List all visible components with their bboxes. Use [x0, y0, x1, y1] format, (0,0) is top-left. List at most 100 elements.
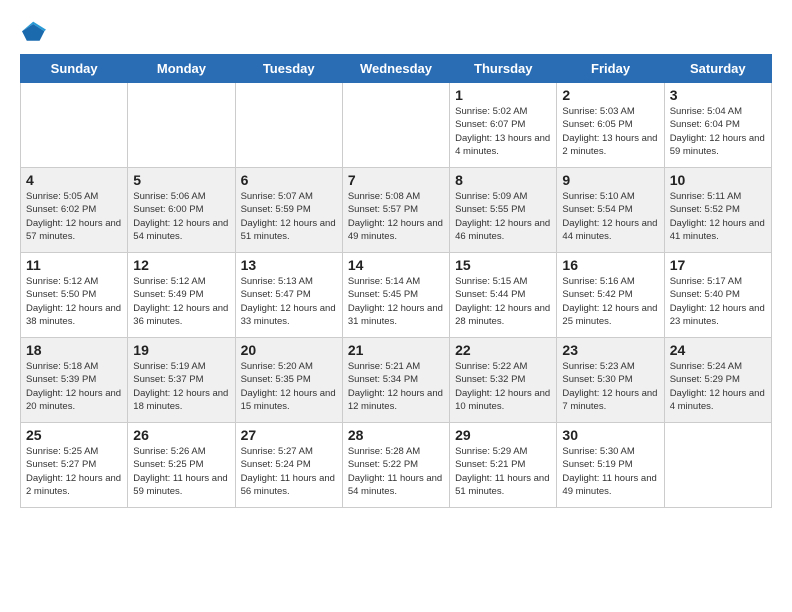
day-number: 30	[562, 427, 658, 443]
calendar-day-cell: 11 Sunrise: 5:12 AMSunset: 5:50 PMDayligh…	[21, 253, 128, 338]
calendar-day-cell: 15 Sunrise: 5:15 AMSunset: 5:44 PMDayligh…	[450, 253, 557, 338]
calendar-day-cell: 29 Sunrise: 5:29 AMSunset: 5:21 PMDayligh…	[450, 423, 557, 508]
day-of-week-header: Wednesday	[342, 55, 449, 83]
day-info: Sunrise: 5:12 AMSunset: 5:49 PMDaylight:…	[133, 275, 229, 328]
day-info: Sunrise: 5:11 AMSunset: 5:52 PMDaylight:…	[670, 190, 766, 243]
calendar-day-cell: 14 Sunrise: 5:14 AMSunset: 5:45 PMDayligh…	[342, 253, 449, 338]
day-of-week-header: Tuesday	[235, 55, 342, 83]
calendar-day-cell: 26 Sunrise: 5:26 AMSunset: 5:25 PMDayligh…	[128, 423, 235, 508]
day-number: 4	[26, 172, 122, 188]
calendar-week-row: 25 Sunrise: 5:25 AMSunset: 5:27 PMDayligh…	[21, 423, 772, 508]
calendar-day-cell: 2 Sunrise: 5:03 AMSunset: 6:05 PMDaylight…	[557, 83, 664, 168]
calendar-day-cell: 7Sunrise: 5:08 AMSunset: 5:57 PMDaylight…	[342, 168, 449, 253]
day-number: 20	[241, 342, 337, 358]
calendar-day-cell: 8 Sunrise: 5:09 AMSunset: 5:55 PMDaylight…	[450, 168, 557, 253]
calendar-day-cell: 23Sunrise: 5:23 AMSunset: 5:30 PMDayligh…	[557, 338, 664, 423]
day-info: Sunrise: 5:02 AMSunset: 6:07 PMDaylight:…	[455, 105, 551, 158]
day-info: Sunrise: 5:17 AMSunset: 5:40 PMDaylight:…	[670, 275, 766, 328]
calendar-week-row: 1Sunrise: 5:02 AMSunset: 6:07 PMDaylight…	[21, 83, 772, 168]
day-info: Sunrise: 5:20 AMSunset: 5:35 PMDaylight:…	[241, 360, 337, 413]
day-of-week-header: Thursday	[450, 55, 557, 83]
calendar-day-cell	[664, 423, 771, 508]
calendar-day-cell: 1Sunrise: 5:02 AMSunset: 6:07 PMDaylight…	[450, 83, 557, 168]
calendar-day-cell: 17 Sunrise: 5:17 AMSunset: 5:40 PMDayligh…	[664, 253, 771, 338]
calendar-day-cell: 16 Sunrise: 5:16 AMSunset: 5:42 PMDayligh…	[557, 253, 664, 338]
calendar-day-cell	[21, 83, 128, 168]
calendar-day-cell: 21Sunrise: 5:21 AMSunset: 5:34 PMDayligh…	[342, 338, 449, 423]
day-info: Sunrise: 5:24 AMSunset: 5:29 PMDaylight:…	[670, 360, 766, 413]
day-info: Sunrise: 5:19 AMSunset: 5:37 PMDaylight:…	[133, 360, 229, 413]
day-number: 28	[348, 427, 444, 443]
calendar-day-cell: 4 Sunrise: 5:05 AMSunset: 6:02 PMDaylight…	[21, 168, 128, 253]
day-number: 13	[241, 257, 337, 273]
day-number: 22	[455, 342, 551, 358]
day-number: 24	[670, 342, 766, 358]
calendar-day-cell: 12 Sunrise: 5:12 AMSunset: 5:49 PMDayligh…	[128, 253, 235, 338]
calendar-day-cell: 3 Sunrise: 5:04 AMSunset: 6:04 PMDaylight…	[664, 83, 771, 168]
day-info: Sunrise: 5:16 AMSunset: 5:42 PMDaylight:…	[562, 275, 658, 328]
calendar-day-cell: 13Sunrise: 5:13 AMSunset: 5:47 PMDayligh…	[235, 253, 342, 338]
day-number: 5	[133, 172, 229, 188]
day-of-week-header: Friday	[557, 55, 664, 83]
day-info: Sunrise: 5:03 AMSunset: 6:05 PMDaylight:…	[562, 105, 658, 158]
calendar-week-row: 11 Sunrise: 5:12 AMSunset: 5:50 PMDayligh…	[21, 253, 772, 338]
day-info: Sunrise: 5:21 AMSunset: 5:34 PMDaylight:…	[348, 360, 444, 413]
day-info: Sunrise: 5:29 AMSunset: 5:21 PMDaylight:…	[455, 445, 551, 498]
day-info: Sunrise: 5:25 AMSunset: 5:27 PMDaylight:…	[26, 445, 122, 498]
day-number: 14	[348, 257, 444, 273]
day-number: 12	[133, 257, 229, 273]
day-of-week-header: Saturday	[664, 55, 771, 83]
day-info: Sunrise: 5:28 AMSunset: 5:22 PMDaylight:…	[348, 445, 444, 498]
day-number: 26	[133, 427, 229, 443]
calendar-week-row: 4 Sunrise: 5:05 AMSunset: 6:02 PMDaylight…	[21, 168, 772, 253]
calendar-day-cell: 22 Sunrise: 5:22 AMSunset: 5:32 PMDayligh…	[450, 338, 557, 423]
calendar-day-cell: 9Sunrise: 5:10 AMSunset: 5:54 PMDaylight…	[557, 168, 664, 253]
day-info: Sunrise: 5:22 AMSunset: 5:32 PMDaylight:…	[455, 360, 551, 413]
day-info: Sunrise: 5:05 AMSunset: 6:02 PMDaylight:…	[26, 190, 122, 243]
calendar-day-cell: 28 Sunrise: 5:28 AMSunset: 5:22 PMDayligh…	[342, 423, 449, 508]
calendar-day-cell: 25 Sunrise: 5:25 AMSunset: 5:27 PMDayligh…	[21, 423, 128, 508]
calendar-day-cell: 24 Sunrise: 5:24 AMSunset: 5:29 PMDayligh…	[664, 338, 771, 423]
day-info: Sunrise: 5:14 AMSunset: 5:45 PMDaylight:…	[348, 275, 444, 328]
calendar: SundayMondayTuesdayWednesdayThursdayFrid…	[20, 54, 772, 508]
day-info: Sunrise: 5:15 AMSunset: 5:44 PMDaylight:…	[455, 275, 551, 328]
day-info: Sunrise: 5:18 AMSunset: 5:39 PMDaylight:…	[26, 360, 122, 413]
calendar-day-cell: 5 Sunrise: 5:06 AMSunset: 6:00 PMDaylight…	[128, 168, 235, 253]
calendar-day-cell: 20 Sunrise: 5:20 AMSunset: 5:35 PMDayligh…	[235, 338, 342, 423]
day-number: 17	[670, 257, 766, 273]
logo	[20, 20, 46, 44]
day-number: 27	[241, 427, 337, 443]
day-number: 2	[562, 87, 658, 103]
day-info: Sunrise: 5:30 AMSunset: 5:19 PMDaylight:…	[562, 445, 658, 498]
calendar-day-cell	[128, 83, 235, 168]
day-number: 15	[455, 257, 551, 273]
calendar-day-cell: 6 Sunrise: 5:07 AMSunset: 5:59 PMDaylight…	[235, 168, 342, 253]
day-number: 11	[26, 257, 122, 273]
day-number: 3	[670, 87, 766, 103]
day-info: Sunrise: 5:04 AMSunset: 6:04 PMDaylight:…	[670, 105, 766, 158]
day-info: Sunrise: 5:26 AMSunset: 5:25 PMDaylight:…	[133, 445, 229, 498]
day-number: 19	[133, 342, 229, 358]
day-number: 6	[241, 172, 337, 188]
day-of-week-header: Sunday	[21, 55, 128, 83]
header	[20, 20, 772, 44]
day-number: 10	[670, 172, 766, 188]
day-number: 23	[562, 342, 658, 358]
day-info: Sunrise: 5:12 AMSunset: 5:50 PMDaylight:…	[26, 275, 122, 328]
day-number: 18	[26, 342, 122, 358]
day-info: Sunrise: 5:07 AMSunset: 5:59 PMDaylight:…	[241, 190, 337, 243]
calendar-day-cell: 10 Sunrise: 5:11 AMSunset: 5:52 PMDayligh…	[664, 168, 771, 253]
day-info: Sunrise: 5:08 AMSunset: 5:57 PMDaylight:…	[348, 190, 444, 243]
calendar-day-cell: 18 Sunrise: 5:18 AMSunset: 5:39 PMDayligh…	[21, 338, 128, 423]
logo-icon	[22, 20, 46, 44]
day-number: 16	[562, 257, 658, 273]
calendar-header-row: SundayMondayTuesdayWednesdayThursdayFrid…	[21, 55, 772, 83]
day-number: 9	[562, 172, 658, 188]
day-number: 25	[26, 427, 122, 443]
day-of-week-header: Monday	[128, 55, 235, 83]
day-info: Sunrise: 5:06 AMSunset: 6:00 PMDaylight:…	[133, 190, 229, 243]
day-info: Sunrise: 5:09 AMSunset: 5:55 PMDaylight:…	[455, 190, 551, 243]
calendar-day-cell: 30 Sunrise: 5:30 AMSunset: 5:19 PMDayligh…	[557, 423, 664, 508]
day-number: 8	[455, 172, 551, 188]
day-number: 29	[455, 427, 551, 443]
